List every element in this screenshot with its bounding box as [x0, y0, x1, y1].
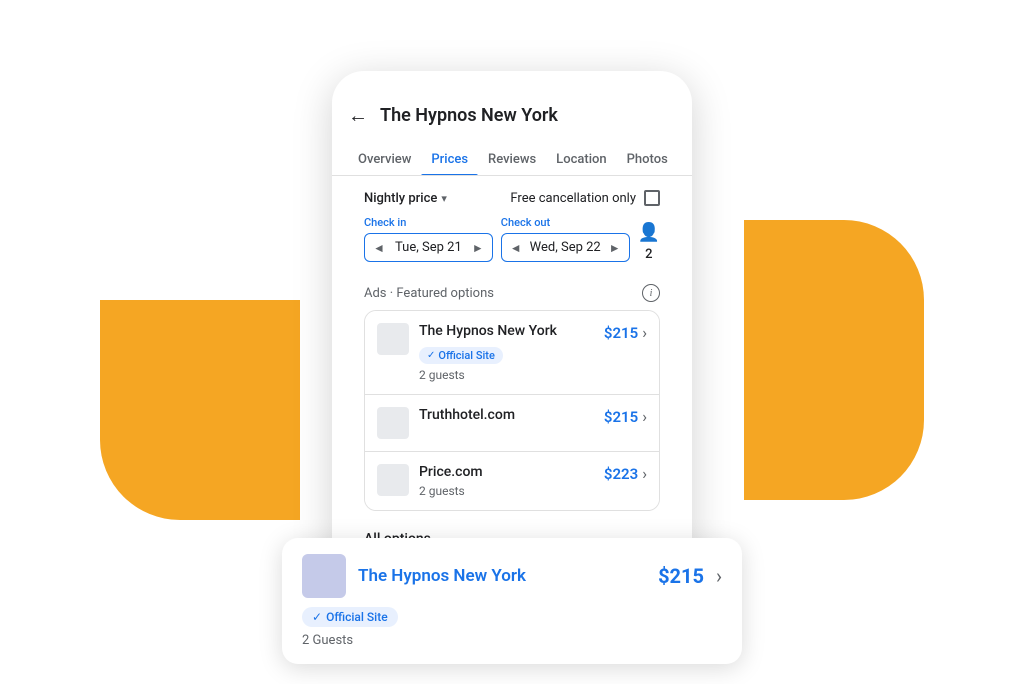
- hotel-name-2: Truthhotel.com: [419, 407, 596, 423]
- bottom-card-price: $215: [658, 564, 704, 588]
- guests-icon: 👤: [638, 222, 660, 243]
- hotel-info-2: Truthhotel.com: [419, 407, 596, 427]
- tab-location[interactable]: Location: [546, 144, 616, 175]
- hotel-card-2[interactable]: Truthhotel.com $215 ›: [365, 395, 659, 452]
- chevron-right-icon-2: ›: [642, 407, 647, 426]
- official-badge-1: ✓ Official Site: [419, 347, 503, 364]
- featured-section-header: Ads · Featured options i: [348, 276, 676, 310]
- hotels-container: The Hypnos New York ✓ Official Site 2 gu…: [364, 310, 660, 511]
- checkin-label: Check in: [364, 216, 493, 229]
- info-icon[interactable]: i: [642, 284, 660, 302]
- orange-decoration-right: [744, 220, 924, 500]
- official-badge-label-1: Official Site: [438, 349, 494, 362]
- hotel-price-row-2: $215 ›: [604, 407, 647, 426]
- bottom-card-main: The Hypnos New York $215 ›: [302, 554, 722, 598]
- phone-header: ← The Hypnos New York: [332, 91, 692, 144]
- hotel-price-3: $223: [604, 465, 638, 483]
- bottom-card-hotel-name: The Hypnos New York: [358, 566, 646, 586]
- hotel-card-3[interactable]: Price.com 2 guests $223 ›: [365, 452, 659, 510]
- phone-frame: ← The Hypnos New York Overview Prices Re…: [332, 71, 692, 583]
- verified-icon-1: ✓: [427, 350, 435, 361]
- bottom-card-badge-label: Official Site: [326, 610, 388, 624]
- back-button[interactable]: ←: [348, 103, 368, 128]
- bottom-card-thumb: [302, 554, 346, 598]
- checkout-field: Check out ◄ Wed, Sep 22 ►: [501, 216, 630, 262]
- tab-reviews[interactable]: Reviews: [478, 144, 546, 175]
- checkin-field: Check in ◄ Tue, Sep 21 ►: [364, 216, 493, 262]
- tab-overview[interactable]: Overview: [348, 144, 421, 175]
- bottom-card[interactable]: The Hypnos New York $215 › ✓ Official Si…: [282, 538, 742, 664]
- free-cancellation-filter: Free cancellation only: [510, 190, 660, 206]
- phone-content: Nightly price ▾ Free cancellation only C…: [332, 176, 692, 563]
- guests-count: 2: [645, 247, 652, 262]
- hotel-name-3: Price.com: [419, 464, 596, 480]
- bottom-card-badge: ✓ Official Site: [302, 607, 398, 627]
- filters-row: Nightly price ▾ Free cancellation only: [348, 176, 676, 216]
- hotel-info-1: The Hypnos New York ✓ Official Site 2 gu…: [419, 323, 596, 382]
- checkin-prev-icon[interactable]: ◄: [373, 241, 385, 255]
- chevron-right-icon-1: ›: [642, 323, 647, 342]
- background-wrapper: ← The Hypnos New York Overview Prices Re…: [0, 0, 1024, 684]
- bottom-card-chevron-icon: ›: [716, 564, 722, 588]
- nightly-price-button[interactable]: Nightly price ▾: [364, 191, 447, 206]
- tab-prices[interactable]: Prices: [421, 144, 478, 175]
- hotel-price-2: $215: [604, 408, 638, 426]
- hotel-guests-1: 2 guests: [419, 368, 596, 382]
- hotel-price-1: $215: [604, 324, 638, 342]
- nightly-price-dropdown-icon: ▾: [441, 192, 447, 205]
- tab-photos[interactable]: Photos: [617, 144, 678, 175]
- checkout-next-icon[interactable]: ►: [609, 241, 621, 255]
- hotel-price-row-3: $223 ›: [604, 464, 647, 483]
- nightly-price-label: Nightly price: [364, 191, 437, 206]
- orange-decoration-left: [100, 300, 300, 520]
- hotel-card-1[interactable]: The Hypnos New York ✓ Official Site 2 gu…: [365, 311, 659, 395]
- featured-section-title: Ads · Featured options: [364, 286, 494, 301]
- bottom-verified-icon: ✓: [312, 610, 322, 624]
- free-cancel-checkbox[interactable]: [644, 190, 660, 206]
- page-title: The Hypnos New York: [380, 105, 558, 126]
- hotel-name-1: The Hypnos New York: [419, 323, 596, 339]
- free-cancel-label: Free cancellation only: [510, 191, 636, 206]
- guests-field[interactable]: 👤 2: [638, 222, 660, 262]
- bottom-card-guests: 2 Guests: [302, 633, 722, 648]
- hotel-thumb-2: [377, 407, 409, 439]
- checkout-selector[interactable]: ◄ Wed, Sep 22 ►: [501, 233, 630, 262]
- checkout-value: Wed, Sep 22: [530, 240, 601, 255]
- hotel-price-row-1: $215 ›: [604, 323, 647, 342]
- hotel-thumb-3: [377, 464, 409, 496]
- hotel-guests-3: 2 guests: [419, 484, 596, 498]
- hotel-thumb-1: [377, 323, 409, 355]
- chevron-right-icon-3: ›: [642, 464, 647, 483]
- tab-bar: Overview Prices Reviews Location Photos: [332, 144, 692, 176]
- checkout-prev-icon[interactable]: ◄: [510, 241, 522, 255]
- checkin-value: Tue, Sep 21: [395, 240, 462, 255]
- checkout-label: Check out: [501, 216, 630, 229]
- checkin-selector[interactable]: ◄ Tue, Sep 21 ►: [364, 233, 493, 262]
- date-row: Check in ◄ Tue, Sep 21 ► Check out ◄ Wed…: [348, 216, 676, 276]
- checkin-next-icon[interactable]: ►: [472, 241, 484, 255]
- hotel-info-3: Price.com 2 guests: [419, 464, 596, 498]
